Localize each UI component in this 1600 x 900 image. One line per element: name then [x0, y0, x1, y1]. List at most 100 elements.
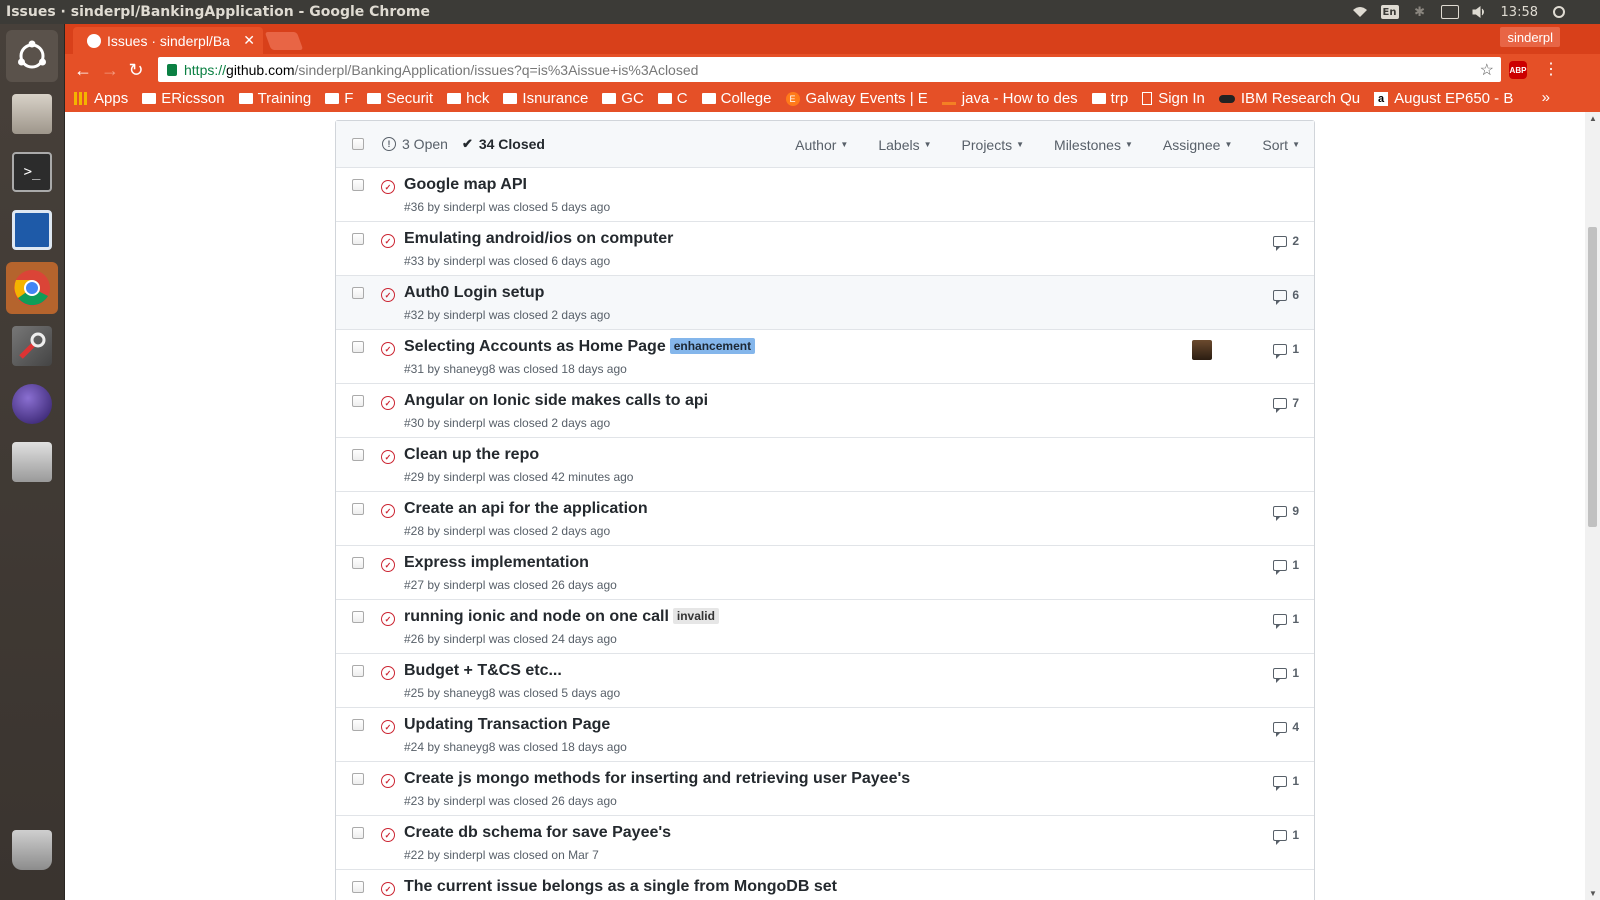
filter-milestones[interactable]: Milestones ▼ — [1054, 137, 1133, 153]
launcher-eclipse[interactable] — [6, 378, 58, 430]
launcher-writer[interactable] — [6, 204, 58, 256]
scroll-down-icon[interactable]: ▼ — [1589, 889, 1597, 898]
issue-title-link[interactable]: Create js mongo methods for inserting an… — [404, 770, 910, 788]
issue-row[interactable]: ✓ Express implementation #27 by sinderpl w… — [336, 546, 1314, 600]
issue-checkbox[interactable] — [352, 827, 364, 839]
issue-row[interactable]: ✓ Create js mongo methods for inserting a… — [336, 762, 1314, 816]
comments-link[interactable]: 1 — [1273, 342, 1299, 359]
comments-link[interactable]: 1 — [1273, 828, 1299, 845]
bookmark-folder-gc[interactable]: GC — [602, 90, 644, 107]
bookmark-folder-ericsson[interactable]: ERicsson — [142, 90, 225, 107]
bookmark-august[interactable]: a August EP650 - B — [1374, 90, 1513, 107]
filter-labels[interactable]: Labels ▼ — [878, 137, 931, 153]
bookmark-folder-training[interactable]: Training — [238, 90, 311, 107]
comments-link[interactable]: 4 — [1273, 720, 1299, 737]
filter-projects[interactable]: Projects ▼ — [962, 137, 1025, 153]
ubuntu-dash-button[interactable] — [6, 30, 58, 82]
bookmark-folder-hck[interactable]: hck — [447, 90, 489, 107]
adblock-plus-icon[interactable]: ABP — [1509, 61, 1527, 79]
bookmark-apps[interactable]: Apps — [74, 90, 128, 107]
issue-checkbox[interactable] — [352, 773, 364, 785]
issue-checkbox[interactable] — [352, 611, 364, 623]
filter-author[interactable]: Author ▼ — [795, 137, 848, 153]
comments-link[interactable]: 1 — [1273, 774, 1299, 791]
issue-row[interactable]: ✓ Create db schema for save Payee's #22 by… — [336, 816, 1314, 870]
keyboard-layout-icon[interactable]: En — [1380, 5, 1399, 19]
bookmark-star-icon[interactable]: ☆ — [1480, 60, 1494, 80]
wifi-icon[interactable] — [1351, 5, 1369, 19]
power-gear-icon[interactable] — [1550, 5, 1568, 19]
launcher-settings[interactable] — [6, 320, 58, 372]
back-arrow-icon[interactable]: ← — [73, 60, 93, 80]
new-tab-button[interactable] — [264, 32, 304, 50]
select-all-checkbox[interactable] — [352, 138, 364, 150]
launcher-terminal[interactable]: >_ — [6, 146, 58, 198]
issue-title-link[interactable]: running ionic and node on one call invali… — [404, 608, 719, 626]
address-bar[interactable]: https://github.com/sinderpl/BankingAppli… — [158, 57, 1501, 82]
bluetooth-icon[interactable]: ✱ — [1411, 5, 1429, 20]
issue-row[interactable]: ✓ Auth0 Login setup #32 by sinderpl was cl… — [336, 276, 1314, 330]
comments-link[interactable]: 1 — [1273, 558, 1299, 575]
launcher-drive[interactable] — [6, 436, 58, 488]
bookmark-folder-isnurance[interactable]: Isnurance — [503, 90, 588, 107]
issue-title-link[interactable]: Updating Transaction Page — [404, 716, 610, 734]
page-scrollbar[interactable]: ▲ ▼ — [1585, 112, 1600, 900]
issue-title-link[interactable]: Angular on Ionic side makes calls to api — [404, 392, 708, 410]
comments-link[interactable]: 6 — [1273, 288, 1299, 305]
issue-row[interactable]: ✓ Budget + T&CS etc... #25 by shaneyg8 was… — [336, 654, 1314, 708]
scrollbar-thumb[interactable] — [1588, 227, 1597, 527]
issue-row[interactable]: ✓ running ionic and node on one call inval… — [336, 600, 1314, 654]
issue-label-enhancement[interactable]: enhancement — [669, 338, 756, 354]
comments-link[interactable]: 9 — [1273, 504, 1299, 521]
filter-sort[interactable]: Sort ▼ — [1262, 137, 1300, 153]
issue-checkbox[interactable] — [352, 341, 364, 353]
issue-checkbox[interactable] — [352, 395, 364, 407]
issue-title-link[interactable]: The current issue belongs as a single fr… — [404, 878, 837, 896]
issue-checkbox[interactable] — [352, 179, 364, 191]
bookmark-ibm-research[interactable]: IBM Research Qu — [1218, 90, 1360, 107]
issue-row[interactable]: ✓ The current issue belongs as a single f… — [336, 870, 1314, 900]
issue-title-link[interactable]: Clean up the repo — [404, 446, 539, 464]
reload-icon[interactable]: ↻ — [126, 60, 146, 80]
issue-checkbox[interactable] — [352, 719, 364, 731]
bookmark-folder-securit[interactable]: Securit — [367, 90, 433, 107]
issue-checkbox[interactable] — [352, 665, 364, 677]
issue-title-link[interactable]: Create db schema for save Payee's — [404, 824, 671, 842]
issue-row[interactable]: ✓ Clean up the repo #29 by sinderpl was cl… — [336, 438, 1314, 492]
comments-link[interactable]: 1 — [1273, 612, 1299, 629]
issue-checkbox[interactable] — [352, 503, 364, 515]
launcher-trash[interactable] — [6, 824, 58, 876]
issue-title-link[interactable]: Emulating android/ios on computer — [404, 230, 673, 248]
issue-row[interactable]: ✓ Emulating android/ios on computer #33 by… — [336, 222, 1314, 276]
closed-issues-filter[interactable]: ✔ 34 Closed — [462, 136, 545, 152]
issue-title-link[interactable]: Create an api for the application — [404, 500, 648, 518]
assignee-avatar[interactable] — [1192, 340, 1212, 360]
bookmark-folder-college[interactable]: College — [701, 90, 772, 107]
profile-button[interactable]: sinderpl — [1500, 27, 1560, 47]
comments-link[interactable]: 2 — [1273, 234, 1299, 251]
open-issues-filter[interactable]: ! 3 Open — [382, 136, 448, 152]
issue-checkbox[interactable] — [352, 449, 364, 461]
clock[interactable]: 13:58 — [1501, 5, 1538, 20]
filter-assignee[interactable]: Assignee ▼ — [1163, 137, 1233, 153]
issue-title-link[interactable]: Google map API — [404, 176, 527, 194]
tab-github-issues[interactable]: Issues · sinderpl/Ba ✕ — [73, 27, 263, 54]
bookmark-folder-f[interactable]: F — [325, 90, 353, 107]
bookmark-java-how-to[interactable]: java - How to des — [941, 90, 1078, 107]
issue-row[interactable]: ✓ Updating Transaction Page #24 by shaneyg… — [336, 708, 1314, 762]
issue-row[interactable]: ✓ Google map API #36 by sinderpl was close… — [336, 168, 1314, 222]
issue-row[interactable]: ✓ Create an api for the application #28 by… — [336, 492, 1314, 546]
issue-row[interactable]: ✓ Angular on Ionic side makes calls to ap… — [336, 384, 1314, 438]
issue-checkbox[interactable] — [352, 287, 364, 299]
issue-title-link[interactable]: Express implementation — [404, 554, 589, 572]
issue-title-link[interactable]: Auth0 Login setup — [404, 284, 544, 302]
issue-checkbox[interactable] — [352, 881, 364, 893]
issue-checkbox[interactable] — [352, 557, 364, 569]
issue-label-invalid[interactable]: invalid — [672, 608, 719, 624]
issue-title-link[interactable]: Budget + T&CS etc... — [404, 662, 562, 680]
chrome-menu-icon[interactable]: ⋮ — [1543, 59, 1559, 79]
bookmark-galway-events[interactable]: E Galway Events | E — [785, 90, 928, 107]
bookmark-folder-c[interactable]: C — [657, 90, 688, 107]
comments-link[interactable]: 7 — [1273, 396, 1299, 413]
bookmark-folder-trp[interactable]: trp — [1091, 90, 1128, 107]
